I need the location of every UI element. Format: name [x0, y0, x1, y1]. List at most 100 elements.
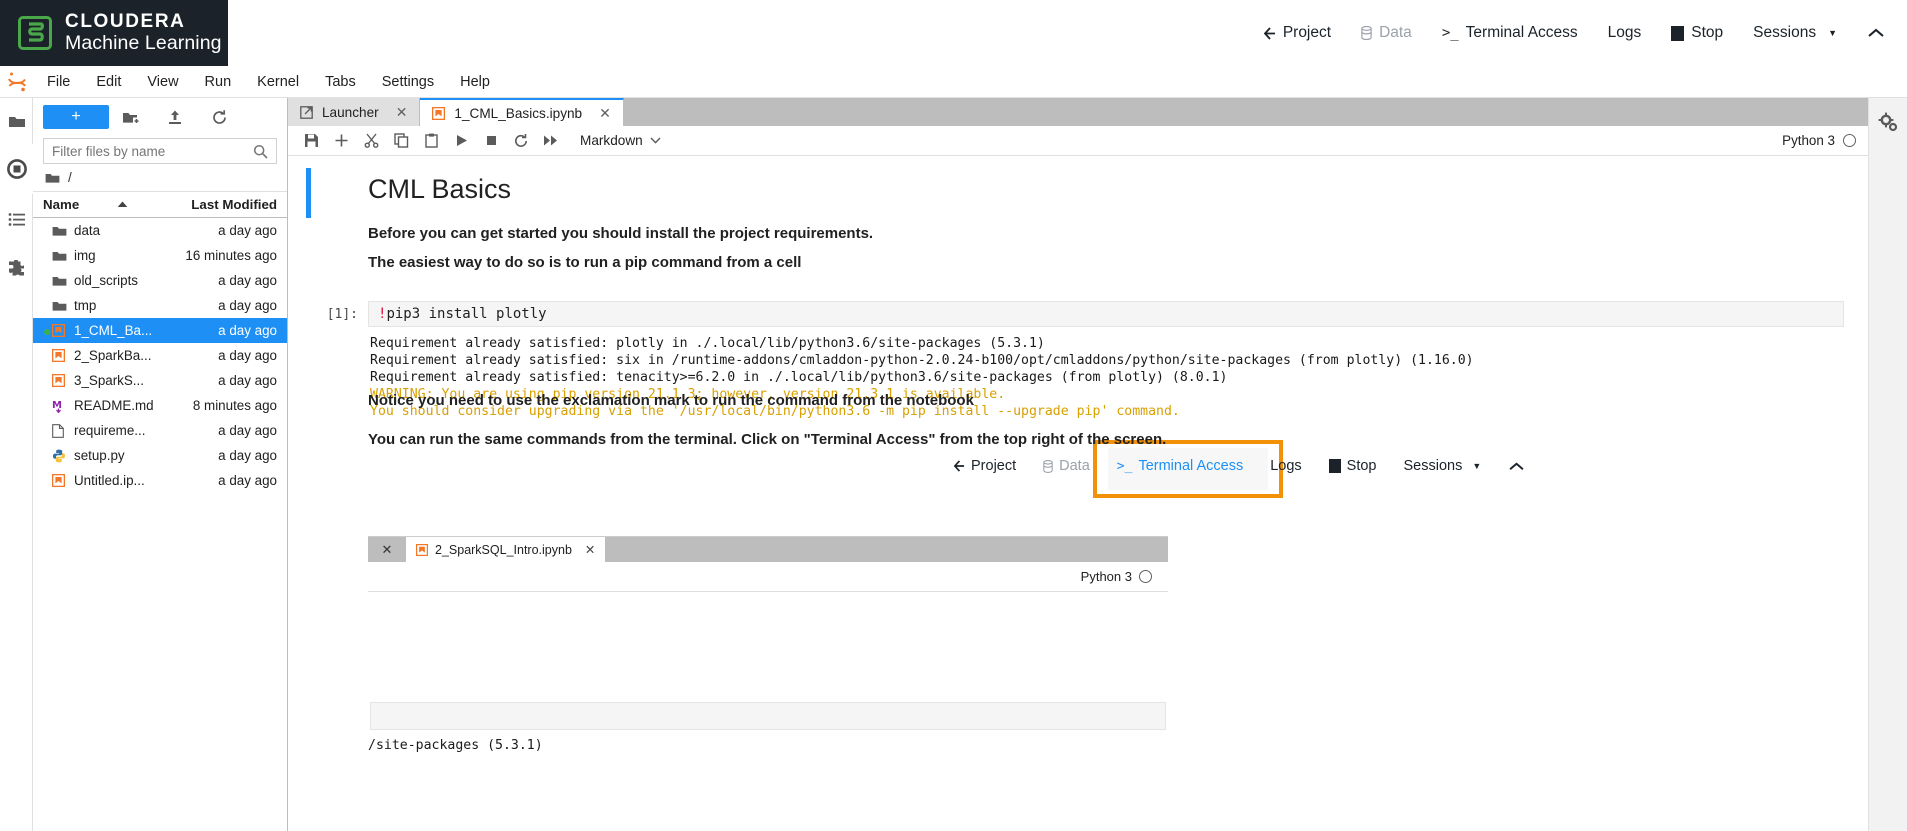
- tab-launcher[interactable]: Launcher ✕: [288, 98, 421, 126]
- save-icon[interactable]: [296, 128, 326, 154]
- markdown-cell-title[interactable]: CML Basics Before you can get started yo…: [288, 156, 1868, 285]
- notebook-icon: [52, 474, 74, 487]
- refresh-icon[interactable]: [197, 104, 241, 130]
- run-icon[interactable]: [446, 128, 476, 154]
- sidebar-item-extensions[interactable]: [0, 244, 33, 294]
- cell-type-dropdown[interactable]: Markdown: [580, 133, 661, 148]
- file-modified: a day ago: [218, 348, 277, 363]
- close-icon[interactable]: ✕: [585, 542, 595, 557]
- close-icon[interactable]: ✕: [368, 542, 406, 558]
- right-sidebar: [1868, 98, 1907, 831]
- search-input[interactable]: [52, 143, 253, 159]
- stop-square-icon: [1671, 25, 1685, 41]
- column-header-name[interactable]: Name: [43, 197, 182, 212]
- code-editor[interactable]: !pip3 install plotly: [368, 301, 1844, 327]
- notebook-icon: [52, 374, 74, 387]
- chevron-down-icon: [650, 137, 661, 144]
- file-list-item[interactable]: requireme... a day ago: [33, 418, 287, 443]
- notebook-toolbar: Markdown Python 3: [288, 126, 1868, 156]
- file-list-item[interactable]: data a day ago: [33, 218, 287, 243]
- close-icon[interactable]: ✕: [599, 105, 611, 122]
- tab-launcher-label: Launcher: [322, 104, 379, 120]
- file-list-item[interactable]: img 16 minutes ago: [33, 243, 287, 268]
- file-list-item[interactable]: 2_SparkBa... a day ago: [33, 343, 287, 368]
- file-list-item[interactable]: 3_SparkS... a day ago: [33, 368, 287, 393]
- nav-data[interactable]: Data: [1361, 24, 1412, 42]
- page-title: CML Basics: [368, 174, 512, 204]
- column-header-name-label: Name: [43, 197, 80, 212]
- file-modified: 8 minutes ago: [192, 398, 277, 413]
- nav-logs[interactable]: Logs: [1608, 24, 1642, 42]
- nav-project[interactable]: Project: [1263, 24, 1331, 42]
- paste-icon[interactable]: [416, 128, 446, 154]
- menu-view[interactable]: View: [134, 70, 191, 94]
- menu-file[interactable]: File: [34, 70, 83, 94]
- embedded-output-text: /site-packages (5.3.1): [368, 738, 543, 753]
- kernel-idle-icon: [1139, 570, 1152, 583]
- kernel-name: Python 3: [1782, 133, 1835, 148]
- sidebar-item-running[interactable]: [0, 144, 33, 194]
- embedded-kernel-indicator[interactable]: Python 3: [368, 562, 1168, 592]
- nav-collapse[interactable]: [1867, 27, 1885, 39]
- embedded-code-cell[interactable]: [370, 702, 1166, 730]
- notebook-paragraph-2: The easiest way to do so is to run a pip…: [368, 254, 802, 271]
- embedded-nav-collapse[interactable]: [1508, 461, 1525, 472]
- dock-tabbar: Launcher ✕ 1_CML_Basics.ipynb ✕: [288, 98, 1868, 126]
- sidebar-item-file-browser[interactable]: [0, 98, 33, 144]
- menu-help[interactable]: Help: [447, 70, 503, 94]
- embedded-tabbar: ✕ 2_SparkSQL_Intro.ipynb ✕: [368, 537, 1168, 562]
- file-name: 3_SparkS...: [74, 373, 144, 388]
- nav-stop[interactable]: Stop: [1671, 24, 1723, 42]
- terminal-prompt-icon: >_: [1441, 25, 1459, 41]
- file-name: Untitled.ip...: [74, 473, 145, 488]
- file-name: README.md: [74, 398, 154, 413]
- restart-icon[interactable]: [506, 128, 536, 154]
- upload-icon[interactable]: [153, 104, 197, 130]
- kernel-indicator[interactable]: Python 3: [1782, 133, 1856, 148]
- tab-1-cml-basics[interactable]: 1_CML_Basics.ipynb ✕: [420, 98, 624, 126]
- brand-line-1: CLOUDERA: [65, 11, 186, 33]
- file-list-item[interactable]: ● 1_CML_Ba... a day ago: [33, 318, 287, 343]
- restart-run-all-icon[interactable]: [536, 128, 566, 154]
- filter-files-field[interactable]: [43, 138, 277, 164]
- file-list-item[interactable]: setup.py a day ago: [33, 443, 287, 468]
- file-list-item[interactable]: tmp a day ago: [33, 293, 287, 318]
- text-file-icon: [52, 423, 74, 438]
- file-browser-toolbar: +: [33, 98, 287, 136]
- file-list-item[interactable]: M README.md 8 minutes ago: [33, 393, 287, 418]
- folder-icon: [52, 275, 74, 287]
- copy-icon[interactable]: [386, 128, 416, 154]
- launcher-icon: [300, 105, 313, 119]
- cut-icon[interactable]: [356, 128, 386, 154]
- running-circle-icon: [6, 159, 27, 179]
- active-cell-bar: [306, 168, 311, 218]
- insert-cell-icon[interactable]: [326, 128, 356, 154]
- code-cell-1[interactable]: [1]: !pip3 install plotly Requirement al…: [288, 299, 1868, 788]
- cloudera-logo-icon: [18, 16, 52, 50]
- nav-sessions[interactable]: Sessions ▼: [1753, 24, 1837, 42]
- column-header-last-modified[interactable]: Last Modified: [182, 197, 277, 212]
- jupyter-menubar: File Edit View Run Kernel Tabs Settings …: [0, 66, 1907, 98]
- nav-terminal-access[interactable]: >_ Terminal Access: [1442, 24, 1578, 42]
- menu-settings[interactable]: Settings: [369, 70, 447, 94]
- new-launcher-button[interactable]: +: [43, 105, 109, 129]
- interrupt-icon[interactable]: [476, 128, 506, 154]
- sidebar-item-property-inspector[interactable]: [1869, 98, 1907, 148]
- notebook-icon: [432, 106, 446, 120]
- code-source: pip3 install plotly: [386, 306, 547, 322]
- sidebar-item-commands[interactable]: [0, 194, 33, 244]
- close-icon[interactable]: ✕: [396, 104, 408, 121]
- embedded-image-jupyterlab: ✕ 2_SparkSQL_Intro.ipynb ✕ Python 3 /sit…: [368, 536, 1168, 786]
- new-folder-icon[interactable]: [109, 104, 153, 130]
- embedded-tab-sparksql[interactable]: 2_SparkSQL_Intro.ipynb ✕: [406, 537, 606, 562]
- breadcrumb[interactable]: /: [33, 164, 287, 192]
- menu-kernel[interactable]: Kernel: [244, 70, 312, 94]
- cml-brand[interactable]: CLOUDERA Machine Learning: [0, 0, 228, 66]
- markdown-cell-notes[interactable]: Notice you need to use the exclamation m…: [288, 378, 1868, 462]
- menu-edit[interactable]: Edit: [83, 70, 134, 94]
- menu-tabs[interactable]: Tabs: [312, 70, 369, 94]
- file-list-item[interactable]: old_scripts a day ago: [33, 268, 287, 293]
- file-list-item[interactable]: Untitled.ip... a day ago: [33, 468, 287, 493]
- menu-run[interactable]: Run: [192, 70, 245, 94]
- file-name: setup.py: [74, 448, 125, 463]
